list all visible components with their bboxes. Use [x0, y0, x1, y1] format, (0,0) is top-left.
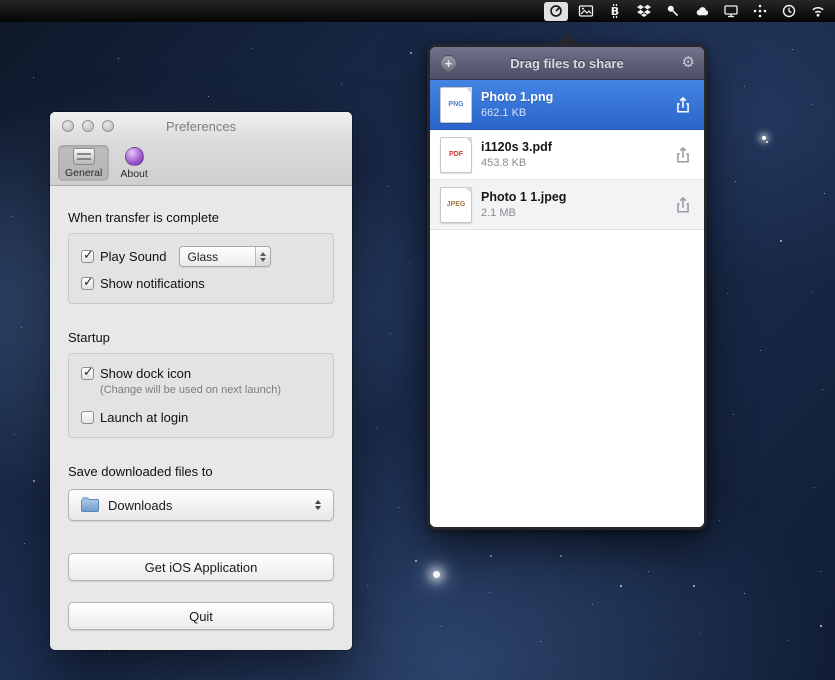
- file-type-label: PDF: [449, 151, 463, 158]
- drop-zone[interactable]: [430, 230, 704, 527]
- preferences-content: When transfer is complete Play Sound Gla…: [50, 186, 352, 630]
- zoom-button[interactable]: [102, 120, 114, 132]
- file-type-label: PNG: [448, 101, 463, 108]
- title-bar[interactable]: Preferences: [50, 112, 352, 140]
- dock-icon-note: (Change will be used on next launch): [100, 384, 321, 396]
- png-file-icon: PNG: [440, 87, 472, 123]
- file-size: 453.8 KB: [481, 157, 552, 169]
- file-row[interactable]: JPEG Photo 1 1.jpeg 2.1 MB: [430, 180, 704, 230]
- play-sound-checkbox[interactable]: [81, 250, 94, 263]
- settings-gear-icon[interactable]: ⚙: [682, 53, 695, 71]
- launch-at-login-label: Launch at login: [100, 410, 188, 425]
- get-ios-application-button[interactable]: Get iOS Application: [68, 553, 334, 581]
- file-name: Photo 1 1.jpeg: [481, 190, 566, 204]
- add-files-button[interactable]: +: [440, 55, 457, 72]
- startup-section-heading: Startup: [68, 330, 334, 345]
- display-icon[interactable]: [720, 0, 742, 22]
- menu-bar-status-icons: B: [544, 0, 829, 22]
- menu-bar: B: [0, 0, 835, 22]
- time-machine-icon[interactable]: [778, 0, 800, 22]
- bright-star: [433, 571, 440, 578]
- file-type-label: JPEG: [447, 201, 466, 208]
- dropbox-icon[interactable]: [633, 0, 655, 22]
- dots-icon[interactable]: [749, 0, 771, 22]
- share-popover: + Drag files to share ⚙ PNG Photo 1.png …: [427, 44, 707, 530]
- quit-button[interactable]: Quit: [68, 602, 334, 630]
- tab-about[interactable]: About: [113, 144, 154, 182]
- bright-star: [762, 136, 766, 140]
- about-icon: [125, 147, 144, 166]
- sound-select-value: Glass: [188, 250, 219, 264]
- save-folder-select[interactable]: Downloads: [68, 489, 334, 521]
- popover-title: Drag files to share: [510, 56, 623, 71]
- save-folder-value: Downloads: [108, 498, 172, 513]
- close-button[interactable]: [62, 120, 74, 132]
- window-controls: [62, 120, 114, 132]
- transfer-app-menubar-icon[interactable]: [544, 2, 568, 21]
- file-name: i1120s 3.pdf: [481, 140, 552, 154]
- window-title: Preferences: [166, 119, 236, 134]
- svg-text:B: B: [611, 5, 619, 18]
- cloud-icon[interactable]: [691, 0, 713, 22]
- desktop: B: [0, 0, 835, 680]
- popup-stepper-icon: [255, 247, 270, 266]
- preferences-toolbar: General About: [50, 140, 352, 186]
- tab-general[interactable]: General: [58, 145, 109, 181]
- wifi-icon[interactable]: [807, 0, 829, 22]
- file-list: PNG Photo 1.png 662.1 KB: [430, 80, 704, 527]
- popup-stepper-icon: [315, 500, 321, 510]
- save-section-heading: Save downloaded files to: [68, 464, 334, 479]
- startup-group: Show dock icon (Change will be used on n…: [68, 353, 334, 438]
- bitcoin-icon[interactable]: B: [604, 0, 626, 22]
- file-size: 662.1 KB: [481, 107, 553, 119]
- show-notifications-checkbox[interactable]: [81, 277, 94, 290]
- picture-icon[interactable]: [575, 0, 597, 22]
- folder-icon: [81, 499, 99, 512]
- file-name: Photo 1.png: [481, 90, 553, 104]
- transfer-group: Play Sound Glass Show notifications: [68, 233, 334, 304]
- tab-about-label: About: [120, 168, 147, 180]
- popover-header: + Drag files to share ⚙: [430, 47, 704, 80]
- pin-icon[interactable]: [662, 0, 684, 22]
- jpeg-file-icon: JPEG: [440, 187, 472, 223]
- popover-arrow: [556, 32, 578, 44]
- share-icon[interactable]: [674, 146, 692, 164]
- minimize-button[interactable]: [82, 120, 94, 132]
- preferences-window: Preferences General About When transfer …: [50, 112, 352, 650]
- transfer-section-heading: When transfer is complete: [68, 210, 334, 225]
- launch-at-login-checkbox[interactable]: [81, 411, 94, 424]
- file-row[interactable]: PNG Photo 1.png 662.1 KB: [430, 80, 704, 130]
- tab-general-label: General: [65, 167, 102, 179]
- sound-select[interactable]: Glass: [179, 246, 271, 267]
- file-row[interactable]: PDF i1120s 3.pdf 453.8 KB: [430, 130, 704, 180]
- general-icon: [73, 148, 95, 165]
- share-icon[interactable]: [674, 96, 692, 114]
- share-icon[interactable]: [674, 196, 692, 214]
- show-notifications-label: Show notifications: [100, 276, 205, 291]
- pdf-file-icon: PDF: [440, 137, 472, 173]
- show-dock-icon-checkbox[interactable]: [81, 367, 94, 380]
- show-dock-icon-label: Show dock icon: [100, 366, 191, 381]
- play-sound-label: Play Sound: [100, 249, 167, 264]
- file-size: 2.1 MB: [481, 207, 566, 219]
